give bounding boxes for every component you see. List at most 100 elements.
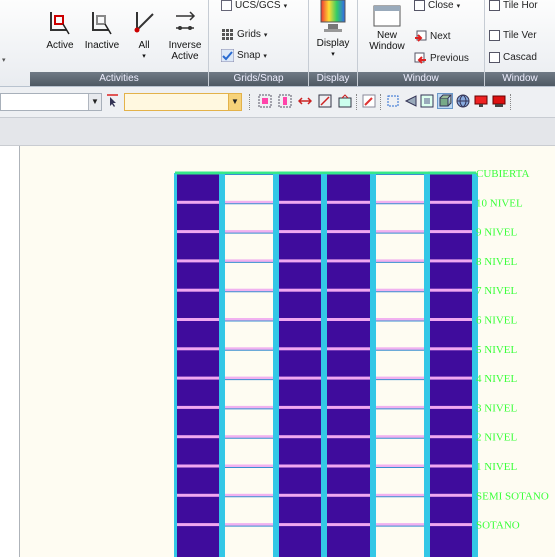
beam [175, 376, 223, 380]
active-button[interactable]: Active [42, 8, 78, 51]
zoom-extents-icon[interactable] [278, 94, 292, 108]
previous-label: Previous [430, 53, 469, 64]
render-screen-icon[interactable] [474, 94, 488, 108]
column [324, 173, 327, 557]
attribute-combo[interactable]: ▼ [124, 93, 242, 111]
column [222, 173, 225, 557]
beam [428, 405, 476, 409]
building-elevation[interactable]: CUBIERTA 10 NIVEL 9 NIVEL 8 NIVEL 7 NIVEL 6 N… [20, 146, 555, 557]
inverse-active-button[interactable]: Inverse Active [165, 8, 205, 62]
next-window-button[interactable]: Next [414, 30, 451, 43]
close-window-button[interactable]: Close ▾ [414, 0, 460, 11]
grids-snap-panel: UCS/GCS ▾ Grids ▾ Snap ▾ Grids/Snap [209, 0, 309, 86]
grids-snap-panel-title: Grids/Snap [209, 72, 308, 86]
beam [428, 200, 476, 204]
beam [175, 288, 223, 292]
column [321, 173, 324, 557]
beam [428, 347, 476, 351]
level-label: 10 NIVEL [476, 197, 523, 209]
tile-vertical-button[interactable]: Tile Ver [489, 30, 537, 41]
display-dropdown-icon[interactable]: ▾ [313, 49, 353, 60]
view-cone-icon[interactable] [404, 94, 418, 108]
beam [428, 493, 476, 497]
column [472, 173, 475, 557]
zoom-previous-icon[interactable] [318, 94, 332, 108]
view-2d-icon[interactable] [420, 94, 434, 108]
render-screen-2-icon[interactable] [492, 94, 506, 108]
window-panel-title: Window [358, 72, 484, 86]
view-3d-icon[interactable] [437, 93, 453, 109]
tile-horizontal-label: Tile Hor [503, 0, 538, 11]
display-button[interactable]: Display ▾ [313, 0, 353, 60]
window-arrange-panel: Tile Hor Tile Ver Cascad Window [485, 0, 555, 86]
beam [428, 259, 476, 263]
cascade-icon [489, 52, 500, 63]
all-button[interactable]: All ▾ [130, 8, 158, 62]
zoom-window-icon[interactable] [258, 94, 272, 108]
inverse-active-icon [176, 11, 196, 30]
globe-icon[interactable] [456, 94, 470, 108]
attribute-combo-dropdown-icon[interactable]: ▼ [228, 94, 241, 110]
drawing-canvas[interactable]: CUBIERTA 10 NIVEL 9 NIVEL 8 NIVEL 7 NIVEL 6 N… [19, 146, 555, 557]
inverse-label: Inverse [168, 40, 202, 51]
level-combo[interactable]: ▼ [0, 93, 102, 111]
beam [175, 318, 223, 321]
ribbon-scroll-icon[interactable]: ▾ [2, 56, 6, 64]
new-window-button[interactable]: New Window [364, 4, 410, 52]
previous-window-button[interactable]: Previous [414, 52, 469, 65]
display-panel: Display ▾ Display [309, 0, 358, 86]
level-label: 3 NIVEL [476, 402, 518, 414]
inverse-active-label: Active [171, 51, 199, 62]
close-window-icon [414, 0, 425, 11]
inactive-label: Inactive [84, 40, 120, 51]
window-arrange-panel-title: Window [485, 72, 555, 86]
beam [428, 376, 476, 380]
tile-horizontal-button[interactable]: Tile Hor [489, 0, 538, 11]
column [276, 173, 279, 557]
active-activity-icon [50, 12, 70, 35]
grids-button[interactable]: Grids ▾ [221, 28, 267, 41]
new-window-icon [373, 5, 401, 27]
ucs-gcs-button[interactable]: UCS/GCS ▾ [221, 0, 287, 11]
column [273, 173, 276, 557]
beam [428, 435, 476, 439]
close-label: Close [428, 0, 454, 11]
tile-horizontal-icon [489, 0, 500, 11]
edit-pencil-icon[interactable] [362, 94, 376, 108]
all-label: All [138, 40, 150, 51]
fit-view-icon[interactable] [386, 94, 400, 108]
beam [175, 259, 223, 263]
level-label: CUBIERTA [476, 168, 530, 180]
display-monitor-icon [320, 0, 346, 32]
snap-button[interactable]: Snap ▾ [221, 49, 267, 62]
cascade-button[interactable]: Cascad [489, 52, 537, 63]
snap-label: Snap [237, 50, 261, 61]
ribbon: ▾ Active Inactive All ▾ Inverse Active A… [0, 0, 555, 87]
beam [175, 435, 223, 439]
refresh-icon[interactable] [338, 94, 352, 108]
level-label: 7 NIVEL [476, 285, 518, 297]
toolbar-separator-1 [356, 94, 359, 110]
left-margin [0, 146, 18, 557]
display-label: Display [316, 38, 350, 49]
beam [428, 318, 476, 321]
previous-window-icon [414, 52, 426, 64]
beam [175, 523, 223, 527]
level-label: 4 NIVEL [476, 373, 518, 385]
beam [175, 405, 223, 409]
all-dropdown-icon[interactable]: ▾ [130, 51, 158, 62]
toolbar-separator-2 [380, 94, 383, 110]
level-label: 5 NIVEL [476, 344, 518, 356]
level-combo-dropdown-icon[interactable]: ▼ [88, 94, 101, 110]
column [427, 173, 430, 557]
column [219, 173, 222, 557]
select-arrow-icon[interactable] [106, 94, 120, 108]
next-window-icon [415, 30, 427, 42]
activities-panel: Active Inactive All ▾ Inverse Active Act… [30, 0, 209, 86]
toolbar: ▼ ▼ [0, 87, 555, 118]
new-window-label-2: Window [369, 41, 405, 52]
inactive-button[interactable]: Inactive [82, 8, 122, 51]
pan-icon[interactable] [298, 94, 312, 108]
beam [175, 493, 223, 497]
view-tab-strip [0, 118, 555, 146]
